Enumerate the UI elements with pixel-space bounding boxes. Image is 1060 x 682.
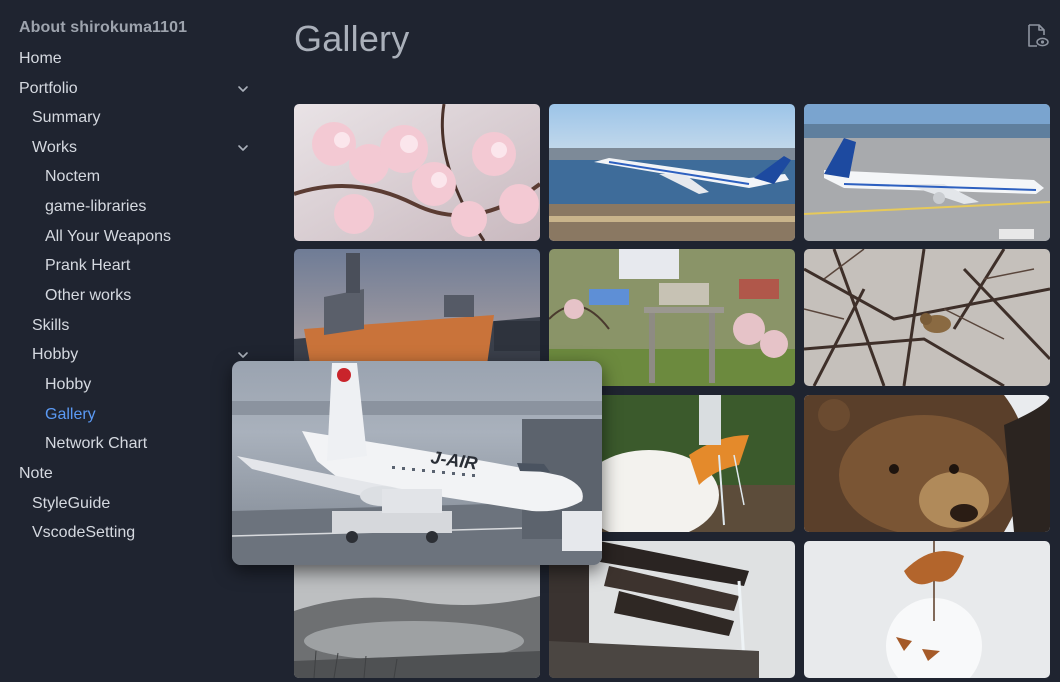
chevron-down-icon[interactable] [237,83,249,95]
chevron-down-icon[interactable] [237,142,249,154]
gallery-item-ana-airplane-taxiing[interactable] [804,104,1050,241]
image-preview-popup[interactable]: J-AIR [232,361,602,565]
sidebar-item-note[interactable]: Note [19,461,53,487]
sidebar-item-other-works[interactable]: Other works [45,283,131,309]
sidebar-item-prank-heart[interactable]: Prank Heart [45,253,130,279]
sidebar-item-skills[interactable]: Skills [32,313,69,339]
sidebar-item-network-chart[interactable]: Network Chart [45,431,147,457]
chevron-down-icon[interactable] [237,349,249,361]
sidebar: About shirokuma1101 Home Portfolio Summa… [0,0,262,682]
sidebar-item-home[interactable]: Home [19,46,62,72]
sidebar-item-noctem[interactable]: Noctem [45,164,100,190]
gallery-item-ana-airplane-takeoff[interactable] [549,104,795,241]
site-title[interactable]: About shirokuma1101 [19,19,187,37]
sidebar-item-game-libraries[interactable]: game-libraries [45,194,146,220]
sidebar-item-hobby[interactable]: Hobby [45,372,91,398]
gallery-item-brown-bear[interactable] [804,395,1050,532]
sidebar-item-styleguide[interactable]: StyleGuide [32,491,110,517]
gallery-item-bird-in-branches[interactable] [804,249,1050,386]
sidebar-item-hobby-group[interactable]: Hobby [32,342,78,368]
gallery-item-cherry-blossoms[interactable] [294,104,540,241]
sidebar-item-summary[interactable]: Summary [32,105,100,131]
page-title: Gallery [294,18,410,59]
file-eye-icon[interactable] [1025,23,1049,49]
sidebar-item-vscodesetting[interactable]: VscodeSetting [32,520,135,546]
gallery-item-snowball-with-leaf[interactable] [804,541,1050,678]
app-root: About shirokuma1101 Home Portfolio Summa… [0,0,1060,682]
sidebar-item-all-your-weapons[interactable]: All Your Weapons [45,224,171,250]
sidebar-item-portfolio[interactable]: Portfolio [19,76,78,102]
sidebar-item-gallery[interactable]: Gallery [45,402,96,428]
sidebar-item-works[interactable]: Works [32,135,77,161]
